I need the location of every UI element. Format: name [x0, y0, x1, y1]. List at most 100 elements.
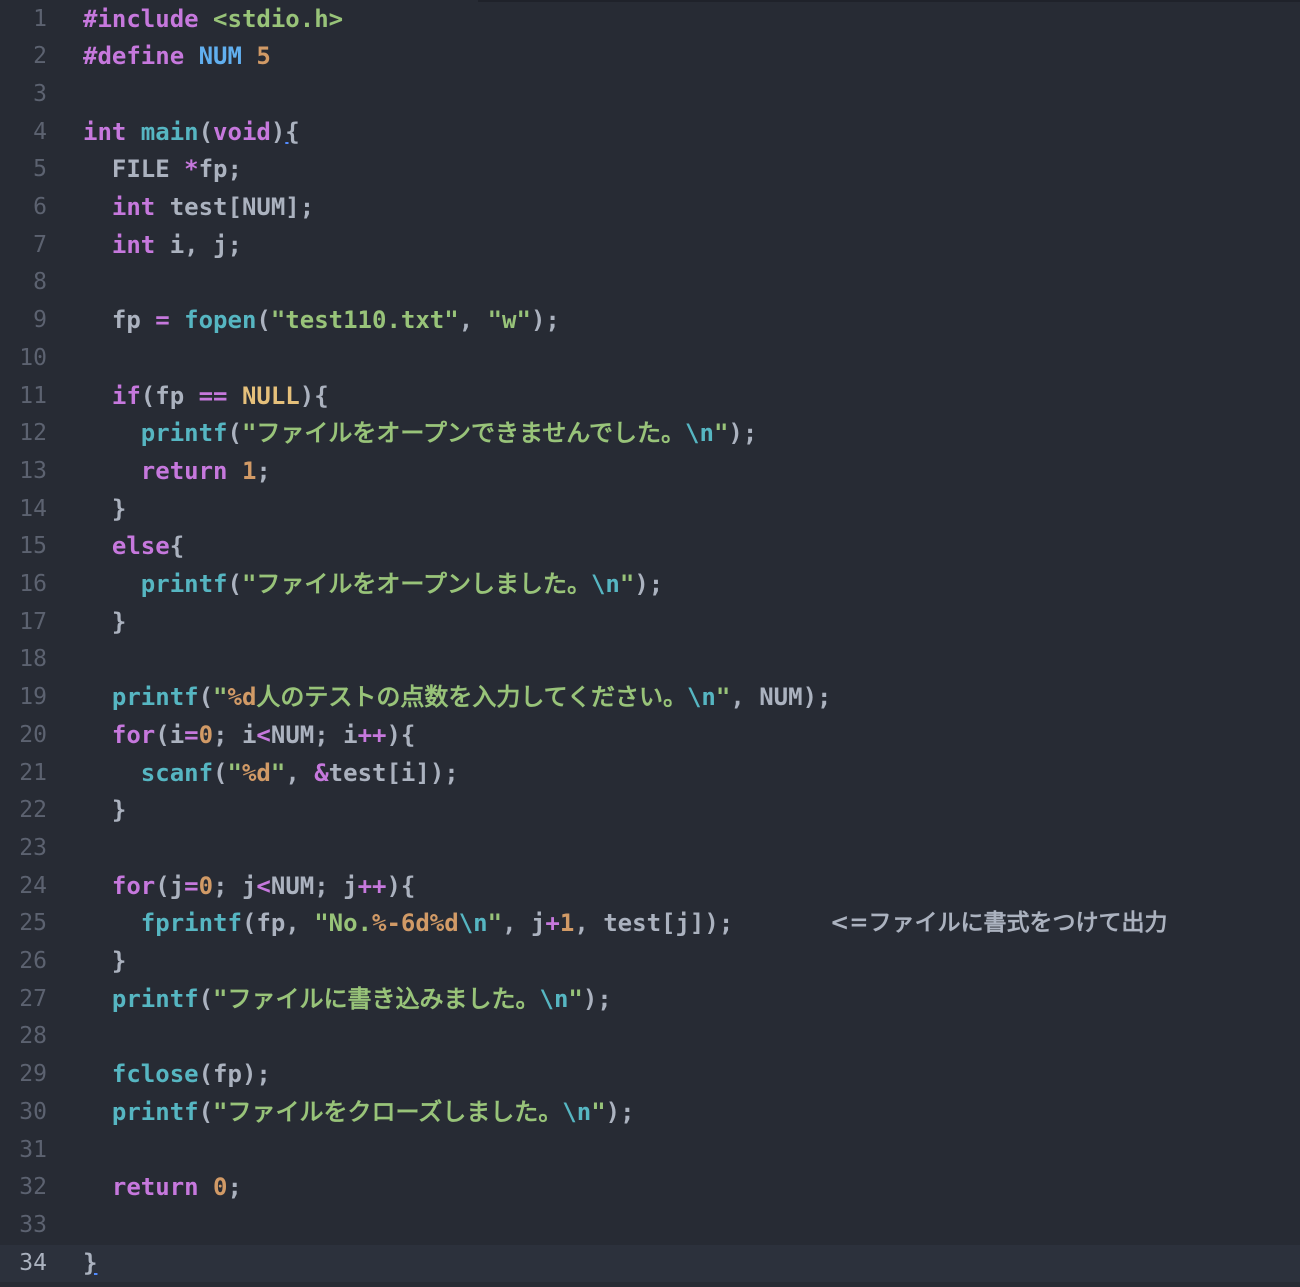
code-token: ); — [530, 306, 560, 335]
code-token: ( — [198, 117, 214, 146]
code-text[interactable]: return 1; — [83, 453, 271, 491]
code-line[interactable]: 33 — [0, 1207, 1300, 1245]
line-number: 17 — [19, 608, 47, 635]
code-token: + — [545, 909, 560, 938]
code-line[interactable]: 10 — [0, 340, 1300, 378]
code-token: } — [83, 607, 127, 636]
code-token: ( — [198, 683, 214, 712]
code-line[interactable]: 26 } — [0, 943, 1300, 981]
code-line[interactable]: 7 int i, j; — [0, 227, 1300, 265]
code-line[interactable]: 15 else{ — [0, 528, 1300, 566]
code-text[interactable]: #include <stdio.h> — [83, 1, 343, 39]
code-token: , — [458, 306, 488, 335]
code-text[interactable]: if(fp == NULL){ — [83, 378, 329, 416]
code-line[interactable]: 19 printf("%d人のテストの点数を入力してください。\n", NUM)… — [0, 679, 1300, 717]
code-token: 0 — [198, 720, 214, 749]
code-token: " — [568, 984, 583, 1013]
code-token: ); — [728, 419, 758, 448]
code-line[interactable]: 25 fprintf(fp, "No.%-6d%d\n", j+1, test[… — [0, 905, 1300, 943]
code-line[interactable]: 8 — [0, 264, 1300, 302]
line-number: 25 — [19, 910, 47, 937]
code-line[interactable]: 30 printf("ファイルをクローズしました。\n"); — [0, 1094, 1300, 1132]
code-token: \n — [458, 909, 488, 938]
line-number: 13 — [19, 457, 47, 484]
code-line[interactable]: 6 int test[NUM]; — [0, 189, 1300, 227]
code-token: { — [285, 117, 300, 146]
code-token: 1 — [559, 909, 575, 938]
code-text[interactable]: } — [83, 491, 126, 529]
code-token: " — [591, 1097, 606, 1126]
line-number: 30 — [19, 1098, 47, 1125]
code-token: printf — [83, 419, 228, 448]
code-line[interactable]: 13 return 1; — [0, 453, 1300, 491]
code-text[interactable]: printf("ファイルをオープンしました。\n"); — [83, 566, 663, 604]
code-line[interactable]: 18 — [0, 641, 1300, 679]
code-line[interactable]: 17 } — [0, 604, 1300, 642]
code-text[interactable]: for(j=0; j<NUM; j++){ — [83, 868, 416, 906]
code-token: ); — [582, 984, 612, 1013]
code-line[interactable]: 5 FILE *fp; — [0, 151, 1300, 189]
code-text[interactable]: } — [83, 604, 126, 642]
code-token: < — [256, 871, 271, 900]
code-text[interactable]: fclose(fp); — [83, 1056, 271, 1094]
line-number: 32 — [19, 1174, 47, 1201]
code-line[interactable]: 34} — [0, 1244, 1300, 1283]
code-line[interactable]: 16 printf("ファイルをオープンしました。\n"); — [0, 566, 1300, 604]
code-token: = — [184, 871, 199, 900]
code-line[interactable]: 21 scanf("%d", &test[i]); — [0, 755, 1300, 793]
code-text[interactable]: printf("ファイルに書き込みました。\n"); — [83, 981, 612, 1019]
code-line[interactable]: 28 — [0, 1018, 1300, 1056]
code-line[interactable]: 20 for(i=0; i<NUM; i++){ — [0, 717, 1300, 755]
code-token: int — [83, 230, 170, 259]
code-line[interactable]: 4 int main(void){ — [0, 114, 1300, 152]
code-text[interactable]: FILE *fp; — [83, 151, 242, 189]
code-text[interactable]: fp = fopen("test110.txt", "w"); — [83, 302, 560, 340]
code-text[interactable]: } — [83, 792, 126, 830]
code-text[interactable]: for(i=0; i<NUM; i++){ — [83, 717, 416, 755]
code-text[interactable]: scanf("%d", &test[i]); — [83, 755, 459, 793]
code-text[interactable]: else{ — [83, 528, 184, 566]
code-line[interactable]: 27 printf("ファイルに書き込みました。\n"); — [0, 981, 1300, 1019]
code-editor[interactable]: 1 #include <stdio.h> 2 #define NUM 5 3 4 int m… — [0, 0, 1300, 1287]
code-token: } — [83, 947, 127, 975]
code-line[interactable]: 14 } — [0, 491, 1300, 529]
code-text[interactable]: printf("ファイルをクローズしました。\n"); — [83, 1094, 635, 1132]
code-line[interactable]: 24 for(j=0; j<NUM; j++){ — [0, 868, 1300, 906]
code-line[interactable]: 3 — [0, 76, 1300, 114]
code-line[interactable]: 31 — [0, 1132, 1300, 1170]
code-text[interactable]: printf("ファイルをオープンできませんでした。\n"); — [83, 415, 758, 453]
code-token: ; — [256, 456, 271, 485]
code-token: \n — [539, 984, 569, 1013]
code-text[interactable]: int test[NUM]; — [83, 189, 314, 227]
code-line[interactable]: 9 fp = fopen("test110.txt", "w"); — [0, 302, 1300, 340]
code-line[interactable]: 12 printf("ファイルをオープンできませんでした。\n"); — [0, 415, 1300, 453]
code-text[interactable]: int main(void){ — [83, 114, 300, 152]
code-token: #include — [83, 4, 214, 33]
code-text[interactable]: } — [83, 1245, 97, 1283]
code-line[interactable]: 2 #define NUM 5 — [0, 38, 1300, 76]
code-token: fopen — [184, 306, 257, 335]
code-line[interactable]: 22 } — [0, 792, 1300, 830]
code-token: 0 — [213, 1173, 228, 1202]
code-token: , j — [502, 909, 546, 938]
code-token: ) — [270, 117, 286, 146]
code-token: ; — [227, 1173, 242, 1202]
code-token: " — [227, 758, 242, 787]
code-token: "test110.txt" — [270, 306, 459, 335]
code-text[interactable]: #define NUM 5 — [83, 38, 271, 76]
code-line[interactable]: 29 fclose(fp); — [0, 1056, 1300, 1094]
code-line[interactable]: 32 return 0; — [0, 1169, 1300, 1207]
code-text[interactable]: int i, j; — [83, 227, 242, 265]
code-line[interactable]: 1 #include <stdio.h> — [0, 1, 1300, 39]
code-text[interactable]: return 0; — [83, 1169, 242, 1207]
code-line[interactable]: 23 — [0, 830, 1300, 868]
code-text[interactable]: fprintf(fp, "No.%-6d%d\n", j+1, test[j])… — [83, 905, 733, 943]
code-token: (fp, — [241, 909, 315, 938]
code-token: " — [213, 683, 228, 712]
line-number: 4 — [33, 118, 47, 145]
code-text[interactable]: } — [83, 943, 126, 981]
code-line[interactable]: 11 if(fp == NULL){ — [0, 378, 1300, 416]
code-text[interactable]: printf("%d人のテストの点数を入力してください。\n", NUM); — [83, 679, 832, 717]
code-token: %-6d%d — [372, 909, 459, 938]
code-token: } — [83, 1248, 98, 1277]
